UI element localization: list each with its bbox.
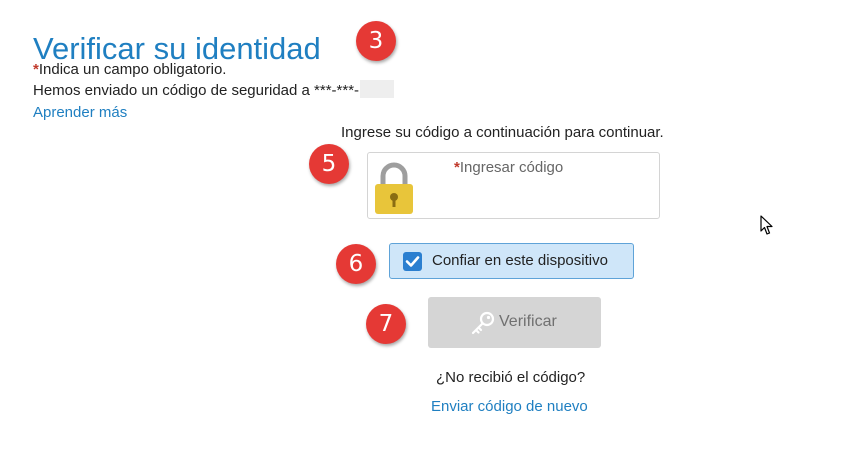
step-badge-7: 7 [366,304,406,344]
verify-identity-page: Verificar su identidad *Indica un campo … [0,0,868,462]
required-note-text: Indica un campo obligatorio. [38,61,227,78]
no-code-question: ¿No recibió el código? [436,369,586,386]
redacted-phone-digits [360,80,395,98]
step-badge-5: 5 [309,144,349,184]
code-sent-message: Hemos enviado un código de seguridad a *… [33,80,395,101]
learn-more-link[interactable]: Aprender más [33,103,127,123]
trust-device-checkbox[interactable]: Confiar en este dispositivo [389,243,634,279]
trust-device-label: Confiar en este dispositivo [432,252,608,269]
code-field-label: *Ingresar código [454,158,563,178]
resend-code-link[interactable]: Enviar código de nuevo [431,397,588,417]
security-code-input[interactable] [428,183,652,215]
code-instruction: Ingrese su código a continuación para co… [341,124,664,141]
checkbox-checked-icon[interactable] [403,252,422,271]
key-icon [471,311,495,335]
lock-icon [375,162,413,214]
mouse-cursor-icon [760,215,773,235]
step-badge-3: 3 [356,21,396,61]
code-sent-text: Hemos enviado un código de seguridad a *… [33,82,360,99]
step-badge-6: 6 [336,244,376,284]
required-field-note: *Indica un campo obligatorio. [33,60,226,80]
verify-button-label: Verificar [499,313,557,330]
security-code-field[interactable]: *Ingresar código [367,152,660,219]
code-label-text: Ingresar código [459,159,564,176]
verify-button[interactable]: Verificar [428,297,601,348]
